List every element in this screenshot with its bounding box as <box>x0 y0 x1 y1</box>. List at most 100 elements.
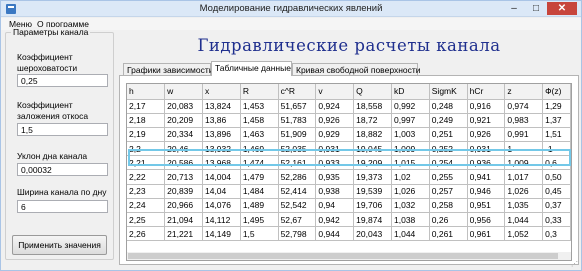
table-cell[interactable]: 1,489 <box>240 198 279 214</box>
table-cell[interactable]: 0,951 <box>467 198 506 214</box>
column-header[interactable]: hCr <box>467 84 506 100</box>
table-cell[interactable]: 20,713 <box>164 169 203 185</box>
table-cell[interactable]: 1,29 <box>542 99 571 114</box>
table-cell[interactable]: 52,035 <box>278 141 317 157</box>
table-row[interactable]: 2,25 21,094 14,112 1,495 52,67 0,942 19,874 1,0… <box>127 212 571 228</box>
table-cell[interactable]: 0,931 <box>467 141 506 157</box>
table-cell[interactable]: 19,209 <box>353 155 393 171</box>
table-cell[interactable]: 2,19 <box>127 127 166 143</box>
apply-values-button[interactable]: Применить значения <box>12 235 107 255</box>
table-row[interactable]: 2,24 20,966 14,076 1,489 52,542 0,94 19,706 1,0… <box>127 198 571 214</box>
table-cell[interactable]: 14,149 <box>202 226 241 242</box>
table-cell[interactable]: 0,983 <box>504 113 544 128</box>
table-cell[interactable]: 19,539 <box>353 184 393 199</box>
table-cell[interactable]: 18,558 <box>353 99 393 114</box>
table-cell[interactable]: 1,026 <box>504 184 544 199</box>
table-cell[interactable]: 2,24 <box>127 198 166 214</box>
column-header[interactable]: Ф(z) <box>542 84 571 100</box>
table-cell[interactable]: 2,17 <box>127 99 166 114</box>
table-cell[interactable]: 2,18 <box>127 113 166 128</box>
table-cell[interactable]: 1,026 <box>391 184 430 199</box>
tab-table-data[interactable]: Табличные данные <box>211 61 292 76</box>
table-cell[interactable]: 0,33 <box>542 212 571 228</box>
table-cell[interactable]: 0,251 <box>429 127 468 143</box>
table-cell[interactable]: 13,896 <box>202 127 241 143</box>
table-cell[interactable]: 1,453 <box>240 99 279 114</box>
maximize-button[interactable]: □ <box>525 2 547 15</box>
column-header[interactable]: w <box>164 84 203 100</box>
table-cell[interactable]: 0,933 <box>315 155 355 171</box>
table-cell[interactable]: 0,26 <box>429 212 468 228</box>
table-cell[interactable]: 0,916 <box>467 99 506 114</box>
table-cell[interactable]: 0,931 <box>315 141 355 157</box>
table-cell[interactable]: 1,484 <box>240 184 279 199</box>
table-cell[interactable]: 0,944 <box>315 226 355 242</box>
table-cell[interactable]: 19,706 <box>353 198 393 214</box>
table-cell[interactable]: 20,839 <box>164 184 203 199</box>
table-cell[interactable]: 52,798 <box>278 226 317 242</box>
table-cell[interactable]: 20,209 <box>164 113 203 128</box>
table-cell[interactable]: 0,254 <box>429 155 468 171</box>
table-cell[interactable]: 20,334 <box>164 127 203 143</box>
column-header[interactable]: kD <box>391 84 430 100</box>
table-cell[interactable]: 1,02 <box>391 169 430 185</box>
title-bar[interactable]: Моделирование гидравлических явлений – □… <box>1 1 581 17</box>
table-cell[interactable]: 0,926 <box>315 113 355 128</box>
table-cell[interactable]: 1,458 <box>240 113 279 128</box>
table-row-selected[interactable]: 2,2 20,46 13,932 1,469 52,035 0,931 19,045 1,00… <box>127 141 571 157</box>
table-cell[interactable]: 0,929 <box>315 127 355 143</box>
table-cell[interactable]: 0,938 <box>315 184 355 199</box>
table-cell[interactable]: 1,474 <box>240 155 279 171</box>
table-row[interactable]: 2,19 20,334 13,896 1,463 51,909 0,929 18,882 1,… <box>127 127 571 143</box>
table-cell[interactable]: 0,991 <box>504 127 544 143</box>
table-cell[interactable]: 51,909 <box>278 127 317 143</box>
table-cell[interactable]: 1,37 <box>542 113 571 128</box>
close-button[interactable]: ✕ <box>547 2 577 15</box>
table-cell[interactable]: 1,035 <box>504 198 544 214</box>
table-cell[interactable]: 1,463 <box>240 127 279 143</box>
table-cell[interactable]: 0,45 <box>542 184 571 199</box>
table-cell[interactable]: 2,22 <box>127 169 166 185</box>
table-cell[interactable]: 20,043 <box>353 226 393 242</box>
table-cell[interactable]: 13,932 <box>202 141 241 157</box>
table-cell[interactable]: 14,04 <box>202 184 241 199</box>
table-cell[interactable]: 1,017 <box>504 169 544 185</box>
table-cell[interactable]: 2,21 <box>127 155 166 171</box>
table-cell[interactable]: 1,044 <box>504 212 544 228</box>
data-grid[interactable]: h w x Rc^R v QkD SigmK hCr z Ф(z) 2,17 20,083 13,82… <box>126 83 572 261</box>
column-header[interactable]: Q <box>353 84 393 100</box>
table-cell[interactable]: 0,941 <box>467 169 506 185</box>
table-cell[interactable]: 0,249 <box>429 113 468 128</box>
table-cell[interactable]: 0,924 <box>315 99 355 114</box>
table-row[interactable]: 2,18 20,209 13,86 1,458 51,783 0,926 18,72 0,99… <box>127 113 571 128</box>
table-cell[interactable]: -1 <box>542 141 571 157</box>
table-cell[interactable]: 0,255 <box>429 169 468 185</box>
channel-width-input[interactable] <box>17 200 108 213</box>
table-cell[interactable]: 1,495 <box>240 212 279 228</box>
table-cell[interactable]: 0,50 <box>542 169 571 185</box>
table-cell[interactable]: 13,86 <box>202 113 241 128</box>
table-cell[interactable]: 14,004 <box>202 169 241 185</box>
table-cell[interactable]: 52,286 <box>278 169 317 185</box>
table-cell[interactable]: 1,015 <box>391 155 430 171</box>
column-header[interactable]: h <box>127 84 166 100</box>
scrollbar-thumb[interactable] <box>128 253 558 259</box>
table-row[interactable]: 2,21 20,586 13,968 1,474 52,161 0,933 19,209 1,… <box>127 155 571 171</box>
table-cell[interactable]: 0,974 <box>504 99 544 114</box>
resize-grip-icon[interactable]: ⋰ <box>571 260 579 268</box>
table-cell[interactable]: 0,997 <box>391 113 430 128</box>
table-cell[interactable]: 2,23 <box>127 184 166 199</box>
table-cell[interactable]: 1,479 <box>240 169 279 185</box>
table-cell[interactable]: 1,003 <box>391 127 430 143</box>
table-cell[interactable]: 0,936 <box>467 155 506 171</box>
table-cell[interactable]: 0,261 <box>429 226 468 242</box>
table-cell[interactable]: 51,657 <box>278 99 317 114</box>
table-cell[interactable]: 0,37 <box>542 198 571 214</box>
table-cell[interactable]: 1,038 <box>391 212 430 228</box>
table-cell[interactable]: 1,044 <box>391 226 430 242</box>
table-cell[interactable]: 18,72 <box>353 113 393 128</box>
table-cell[interactable]: 52,414 <box>278 184 317 199</box>
table-cell[interactable]: 0,961 <box>467 226 506 242</box>
table-cell[interactable]: 0,992 <box>391 99 430 114</box>
table-cell[interactable]: 1,009 <box>391 141 430 157</box>
